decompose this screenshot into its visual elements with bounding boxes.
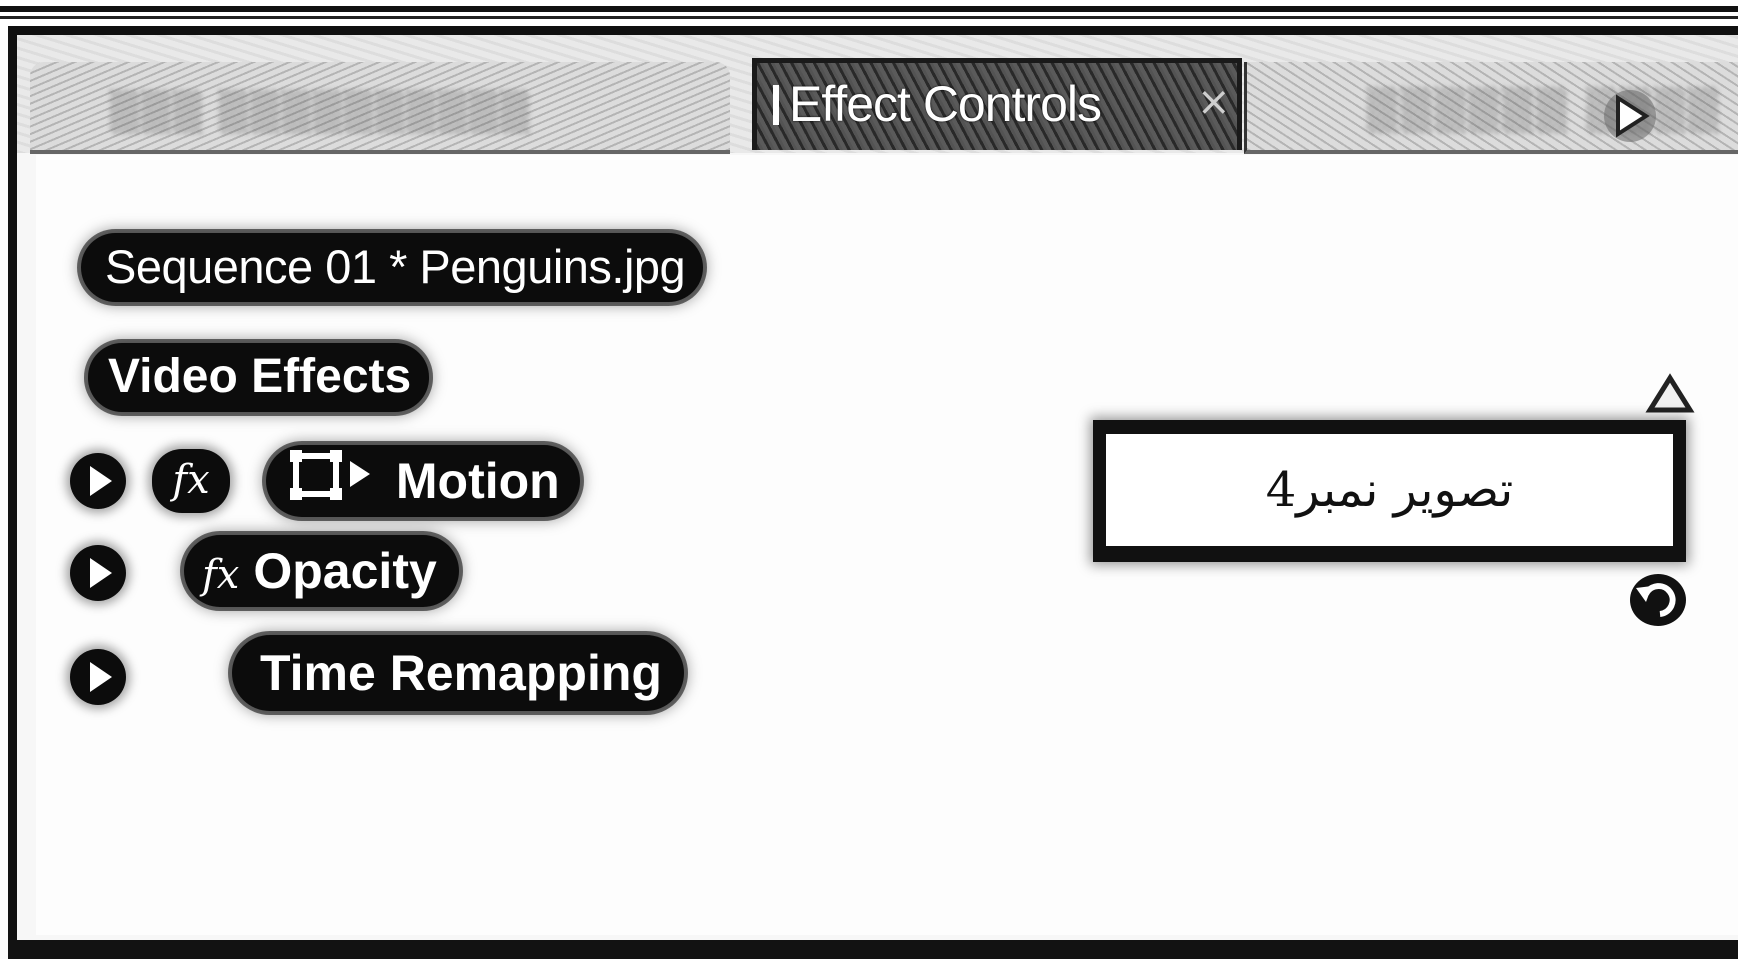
tab-audio-mixer-blurred-label: ▒▒▒▒▒▒ ▒▒▒▒	[1367, 88, 1722, 134]
tab-audio-mixer[interactable]: ▒▒▒▒▒▒ ▒▒▒▒	[1244, 62, 1738, 154]
motion-effect-label-group: Motion	[266, 445, 580, 517]
expand-motion-triangle-icon[interactable]	[70, 453, 126, 509]
transform-handles-icon[interactable]	[286, 447, 378, 522]
tab-grip-icon[interactable]	[773, 85, 779, 125]
tab-source[interactable]: ▒▒▒ ▒▒▒▒▒▒▒▒▒▒	[30, 62, 730, 154]
effect-row-motion[interactable]: fx Motion	[36, 445, 736, 525]
tab-close-icon[interactable]: ×	[1197, 77, 1231, 127]
video-effects-heading: Video Effects	[88, 343, 430, 412]
sequence-clip-title: Sequence 01 * Penguins.jpg	[81, 233, 704, 302]
time-remapping-effect-label: Time Remapping	[232, 635, 684, 711]
scroll-up-arrow-icon[interactable]	[1640, 360, 1700, 420]
motion-effect-label: Motion	[395, 453, 560, 509]
effect-row-time-remapping[interactable]: Time Remapping	[36, 635, 756, 715]
figure-caption-box: تصویر نمبر4	[1093, 420, 1686, 562]
fx-toggle-opacity-icon[interactable]: fx	[202, 552, 239, 598]
tab-effect-controls[interactable]: Effect Controls ×	[752, 58, 1242, 150]
show-hide-timeline-icon[interactable]	[1600, 86, 1660, 146]
tab-source-blurred-label: ▒▒▒ ▒▒▒▒▒▒▒▒▒▒	[110, 90, 532, 134]
screenshot-stage: ▒▒▒ ▒▒▒▒▒▒▒▒▒▒ Effect Controls × ▒▒▒▒▒▒ …	[0, 0, 1738, 959]
figure-caption-text: تصویر نمبر4	[1265, 462, 1514, 518]
opacity-effect-label-group: fx Opacity	[184, 535, 459, 607]
expand-time-remapping-triangle-icon[interactable]	[70, 649, 126, 705]
expand-opacity-triangle-icon[interactable]	[70, 545, 126, 601]
reset-icon[interactable]	[1616, 556, 1696, 636]
panel-bottom-edge	[8, 940, 1738, 959]
effect-row-opacity[interactable]: fx Opacity	[36, 535, 536, 615]
tab-effect-controls-label: Effect Controls	[789, 76, 1102, 132]
opacity-effect-label: Opacity	[253, 543, 437, 599]
fx-toggle-motion-icon[interactable]: fx	[152, 449, 230, 513]
